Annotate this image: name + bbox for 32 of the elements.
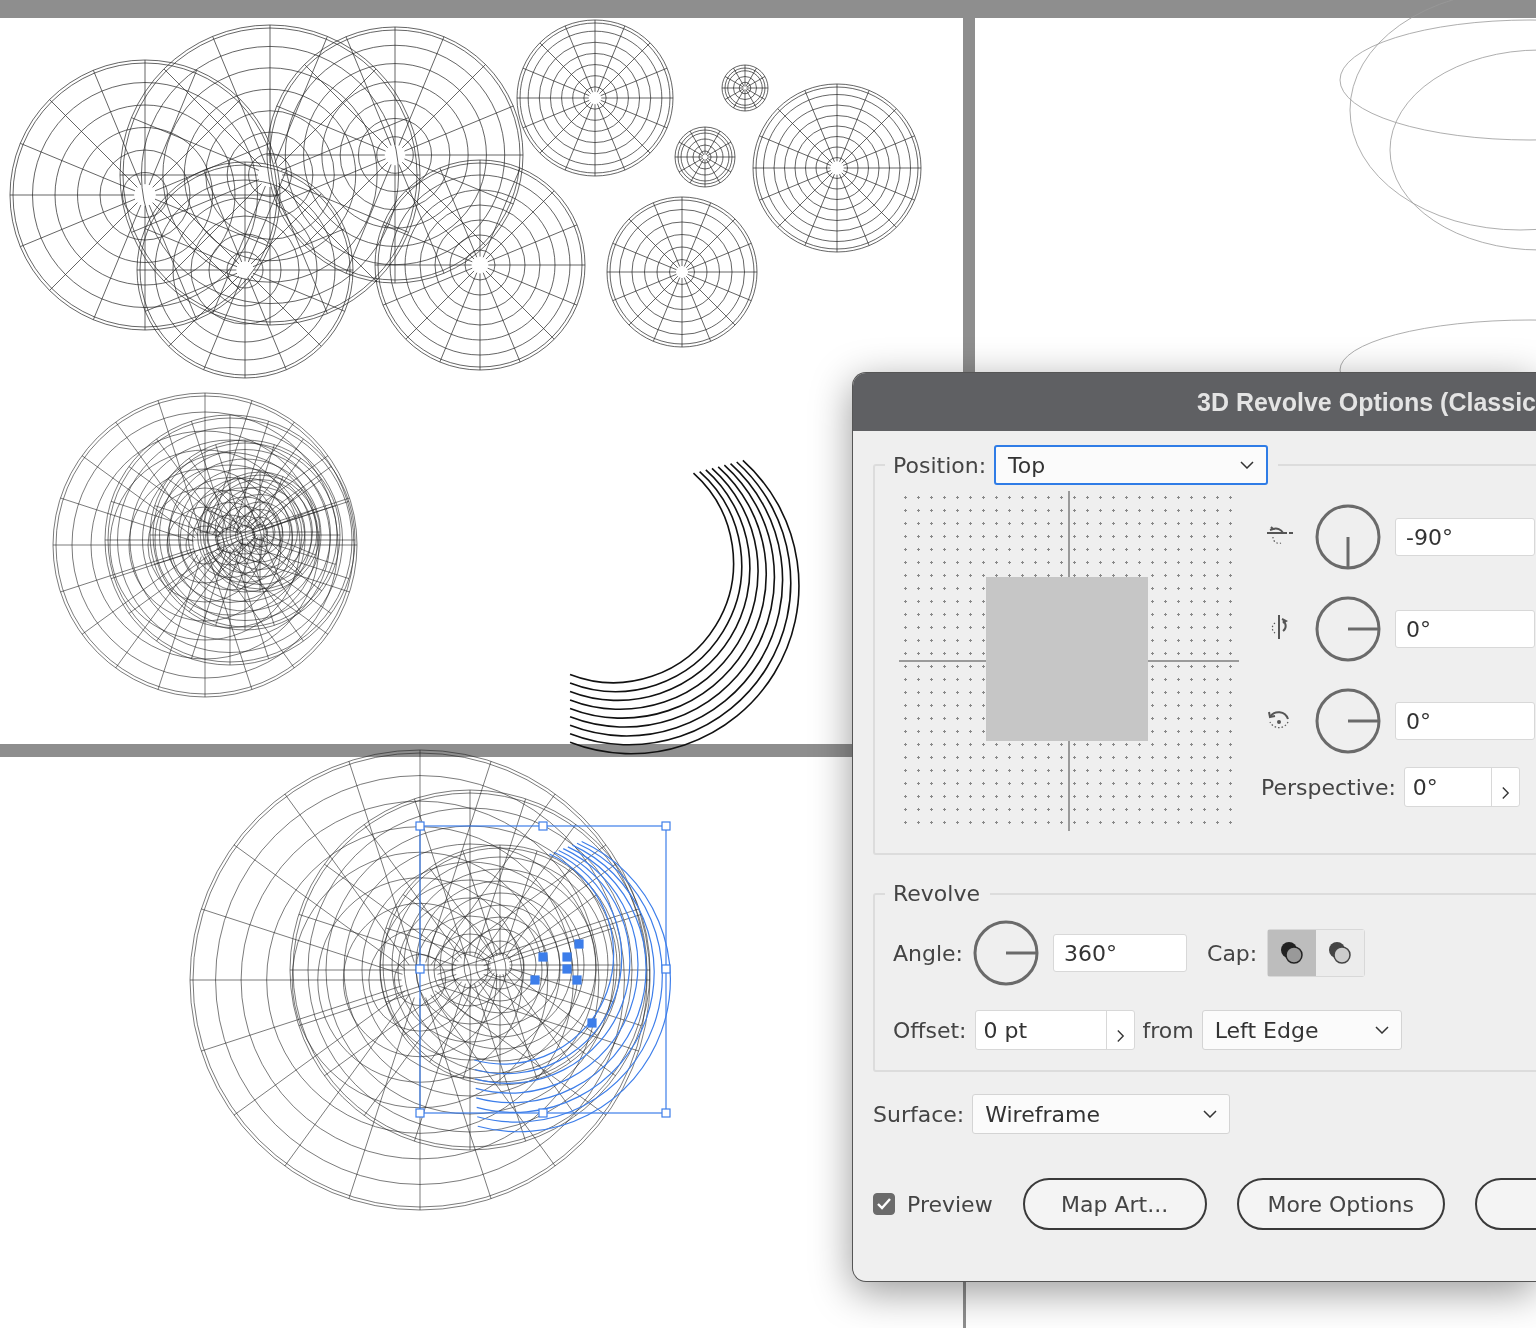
angle-label: Angle: bbox=[893, 940, 964, 966]
cap-on-button[interactable] bbox=[1268, 930, 1317, 976]
angle-dial[interactable] bbox=[1315, 596, 1381, 662]
angle-dial[interactable] bbox=[973, 920, 1040, 986]
offset-label: Offset: bbox=[893, 1017, 967, 1043]
from-dropdown[interactable]: Left Edge bbox=[1201, 1010, 1402, 1050]
rotation-input[interactable]: -90° bbox=[1395, 518, 1535, 556]
offset-input[interactable]: 0 pt bbox=[974, 1010, 1135, 1050]
chevron-down-icon bbox=[1203, 1110, 1218, 1118]
preview-checkbox[interactable] bbox=[873, 1193, 895, 1215]
dialog-button[interactable]: More Options bbox=[1236, 1178, 1445, 1230]
cap-label: Cap: bbox=[1207, 940, 1258, 966]
angle-dial[interactable] bbox=[1315, 504, 1381, 570]
dialog-title: 3D Revolve Options (Classic bbox=[1197, 387, 1536, 417]
revolve-heading: Revolve bbox=[893, 881, 980, 906]
checkmark-icon bbox=[876, 1197, 892, 1211]
position-label: Position: bbox=[893, 452, 987, 478]
selection-bounding-box[interactable] bbox=[415, 821, 671, 1133]
angle-dial[interactable] bbox=[1315, 688, 1381, 754]
from-label: from bbox=[1142, 1017, 1194, 1043]
rotation-input[interactable]: 0° bbox=[1395, 610, 1535, 648]
preview-label: Preview bbox=[907, 1191, 993, 1217]
dialog-button[interactable]: Map Art... bbox=[1022, 1178, 1207, 1230]
position-dropdown[interactable]: Top bbox=[994, 445, 1269, 485]
rotation-input[interactable]: 0° bbox=[1395, 702, 1535, 740]
surface-dropdown[interactable]: Wireframe bbox=[972, 1094, 1231, 1134]
surface-label: Surface: bbox=[873, 1101, 965, 1127]
angle-input[interactable]: 360° bbox=[1053, 934, 1188, 972]
perspective-input[interactable]: 0° bbox=[1403, 767, 1520, 807]
perspective-label: Perspective: bbox=[1261, 774, 1396, 800]
chevron-down-icon bbox=[1240, 461, 1255, 469]
chevron-down-icon bbox=[1374, 1026, 1389, 1034]
